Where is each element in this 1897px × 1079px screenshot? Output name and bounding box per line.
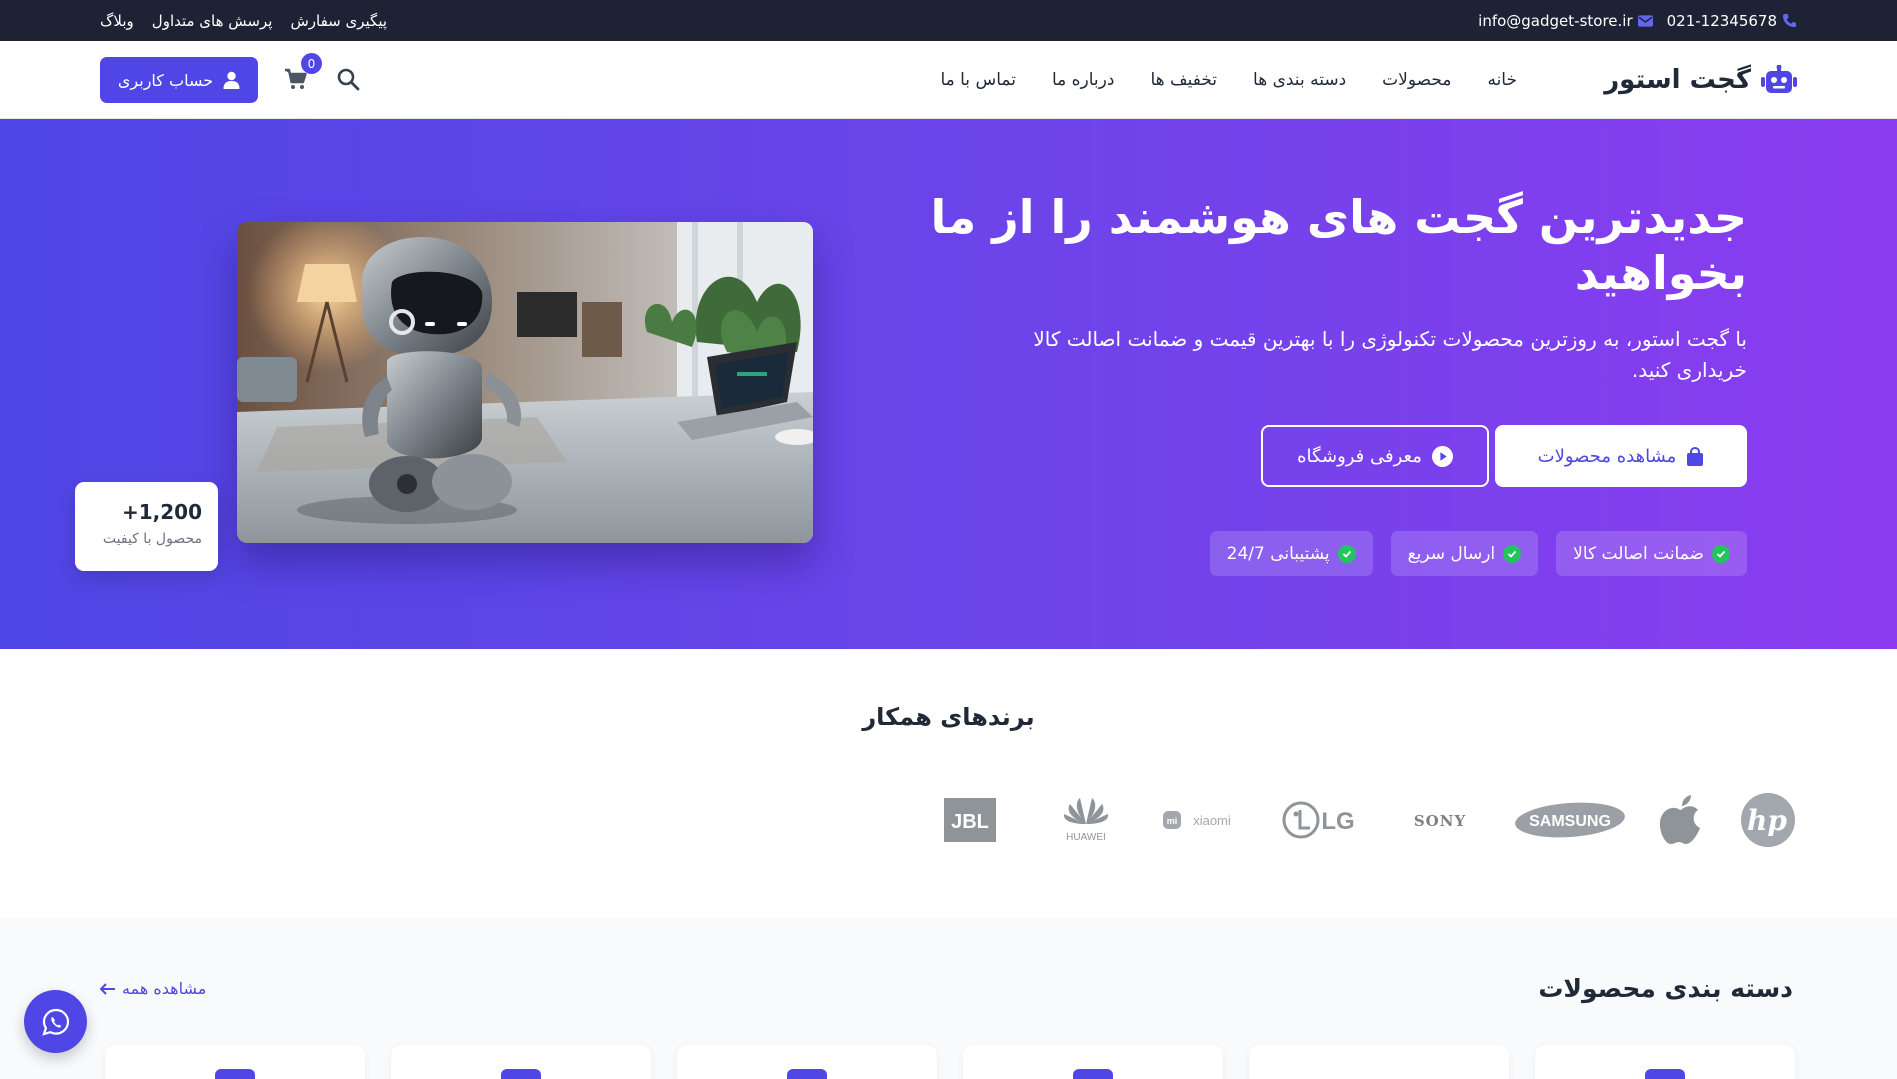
phone-contact[interactable]: 021-12345678 (1667, 12, 1797, 30)
arrow-left-icon (100, 982, 115, 995)
svg-text:LG: LG (1321, 808, 1354, 835)
brand-logo-apple[interactable] (1658, 790, 1704, 850)
stat-value: +1,200 (121, 500, 202, 524)
play-circle-icon (1431, 445, 1453, 467)
categories-section: دسته بندی محصولات مشاهده همه (0, 918, 1897, 1079)
robot-logo-icon (1761, 65, 1797, 93)
feature-fast-shipping: ارسال سریع (1390, 531, 1539, 576)
svg-text:SAMSUNG: SAMSUNG (1529, 813, 1611, 830)
menu-item-categories[interactable]: دسته بندی ها (1253, 70, 1346, 90)
check-circle-icon (1503, 544, 1522, 563)
brand-logo[interactable]: گجت استور (1604, 41, 1797, 119)
shopping-bag-icon (1687, 446, 1704, 466)
products-stat-card: +1,200 محصول با کیفیت (75, 482, 218, 571)
samsung-logo-icon: SAMSUNG (1515, 802, 1625, 838)
svg-text:SONY: SONY (1414, 812, 1466, 830)
contact-info: info@gadget-store.ir 021-12345678 (1478, 0, 1797, 41)
robot-scene-illustration (237, 222, 813, 543)
cart-count-badge: 0 (301, 53, 322, 74)
category-card[interactable] (105, 1045, 365, 1079)
hero-subtitle: با گجت استور، به روزترین محصولات تکنولوژ… (1033, 327, 1747, 382)
brand-logo-sony[interactable]: SONY (1400, 790, 1480, 850)
category-icon (215, 1069, 255, 1079)
apple-logo-icon (1659, 795, 1700, 844)
check-circle-icon (1337, 544, 1356, 563)
search-icon (337, 68, 360, 91)
search-button[interactable] (336, 67, 362, 93)
svg-text:mi: mi (1167, 816, 1178, 826)
email-contact[interactable]: info@gadget-store.ir (1478, 11, 1653, 30)
top-link-blog[interactable]: وبلاگ (100, 12, 134, 30)
category-card[interactable] (963, 1045, 1223, 1079)
lg-logo-icon: LG (1282, 801, 1355, 839)
whatsapp-chat-button[interactable] (24, 990, 87, 1053)
brand-name: گجت استور (1604, 65, 1751, 95)
menu-item-products[interactable]: محصولات (1382, 70, 1451, 90)
brand-logo-hp[interactable]: hp (1740, 790, 1796, 850)
feature-authenticity: ضمانت اصالت کالا (1556, 531, 1747, 576)
category-card[interactable] (1535, 1045, 1795, 1079)
feature-label: ضمانت اصالت کالا (1573, 543, 1704, 564)
hero-buttons: مشاهده محصولات معرفی فروشگاه (1261, 425, 1747, 487)
top-link-faq[interactable]: پرسش های متداول (152, 12, 273, 30)
categories-title: دسته بندی محصولات (1538, 974, 1793, 1003)
top-link-track-order[interactable]: پیگیری سفارش (290, 12, 387, 30)
menu-item-discounts[interactable]: تخفیف ها (1150, 70, 1217, 90)
feature-badges: ضمانت اصالت کالا ارسال سریع پشتیبانی 24/… (1209, 531, 1747, 576)
xiaomi-logo-icon: mi xiaomi (1163, 811, 1231, 829)
top-links: پیگیری سفارش پرسش های متداول وبلاگ (100, 0, 387, 41)
category-icon (501, 1069, 541, 1079)
view-all-link[interactable]: مشاهده همه (100, 979, 206, 998)
menu-item-about[interactable]: درباره ما (1052, 70, 1115, 90)
menu-item-contact[interactable]: تماس با ما (940, 70, 1016, 90)
category-icon (1073, 1069, 1113, 1079)
cart-button[interactable]: 0 (284, 53, 322, 93)
category-card[interactable] (1249, 1045, 1509, 1079)
brand-logo-samsung[interactable]: SAMSUNG (1514, 790, 1626, 850)
view-products-button[interactable]: مشاهده محصولات (1495, 425, 1747, 487)
user-icon (223, 71, 240, 89)
hp-logo-icon: hp (1741, 793, 1795, 847)
brand-logo-jbl[interactable]: JBL (943, 790, 997, 850)
main-menu: خانه محصولات دسته بندی ها تخفیف ها دربار… (940, 41, 1517, 119)
hero-title: جدیدترین گجت های هوشمند را از ما بخواهید (930, 190, 1747, 300)
hero-section: جدیدترین گجت های هوشمند را از ما بخواهید… (0, 119, 1897, 649)
envelope-icon (1637, 14, 1653, 27)
store-intro-button[interactable]: معرفی فروشگاه (1261, 425, 1489, 487)
category-icon (787, 1069, 827, 1079)
phone-icon (1782, 13, 1797, 28)
stat-label: محصول با کیفیت (102, 531, 202, 547)
store-intro-label: معرفی فروشگاه (1297, 445, 1422, 467)
hero-robot-image (237, 222, 813, 543)
check-circle-icon (1712, 544, 1730, 563)
view-all-label: مشاهده همه (122, 979, 207, 998)
phone-text: 021-12345678 (1666, 11, 1777, 30)
category-card[interactable] (677, 1045, 937, 1079)
menu-item-home[interactable]: خانه (1487, 70, 1517, 90)
view-products-label: مشاهده محصولات (1537, 445, 1677, 467)
category-card[interactable] (391, 1045, 651, 1079)
nav-actions: حساب کاربری 0 (100, 41, 362, 119)
partner-brands-title: برندهای همکار (862, 703, 1035, 731)
svg-text:xiaomi: xiaomi (1193, 813, 1231, 828)
svg-text:hp: hp (1747, 804, 1787, 837)
feature-label: پشتیبانی 24/7 (1226, 543, 1330, 564)
jbl-logo-icon: JBL (944, 798, 996, 842)
sony-logo-icon: SONY (1414, 812, 1466, 830)
account-button[interactable]: حساب کاربری (100, 57, 258, 103)
huawei-logo-icon: HUAWEI (1063, 798, 1109, 843)
brand-logo-lg[interactable]: LG (1282, 790, 1360, 850)
account-label: حساب کاربری (117, 70, 214, 90)
svg-text:HUAWEI: HUAWEI (1066, 832, 1106, 843)
category-icon (1645, 1069, 1685, 1079)
main-navbar: گجت استور خانه محصولات دسته بندی ها تخفی… (0, 41, 1897, 119)
brand-logo-huawei[interactable]: HUAWEI (1058, 790, 1114, 850)
feature-support: پشتیبانی 24/7 (1209, 531, 1373, 576)
email-text: info@gadget-store.ir (1478, 11, 1633, 30)
brand-logo-xiaomi[interactable]: mi xiaomi (1162, 790, 1244, 850)
top-bar: info@gadget-store.ir 021-12345678 پیگیری… (0, 0, 1897, 41)
whatsapp-icon (41, 1008, 69, 1036)
svg-text:JBL: JBL (951, 811, 989, 833)
feature-label: ارسال سریع (1407, 543, 1496, 564)
